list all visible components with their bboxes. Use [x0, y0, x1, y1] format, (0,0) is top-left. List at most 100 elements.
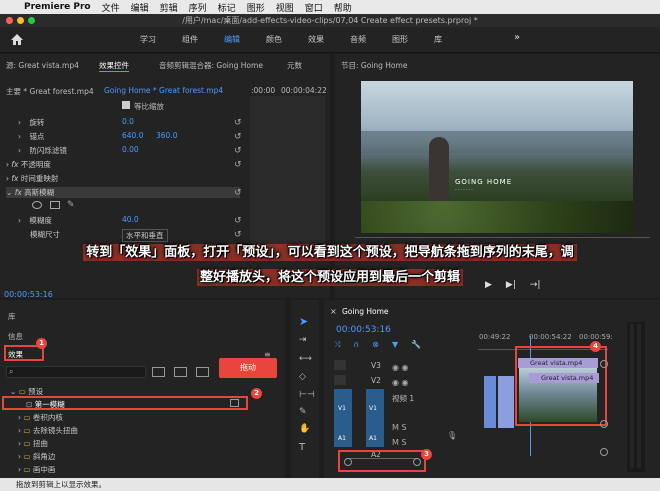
vertical-zoom-knob-mid[interactable] [600, 420, 608, 428]
rectangle-mask-icon[interactable] [50, 201, 60, 209]
settings-icon[interactable]: 🔧 [411, 340, 421, 350]
razor-icon[interactable]: ◇ [299, 372, 306, 382]
track-v2-target[interactable] [334, 375, 346, 385]
snap-icon[interactable]: ∩ [353, 340, 359, 350]
prop-row-antiflicker[interactable]: › 防闪烁滤镜 0.00 [18, 145, 139, 156]
prop-value[interactable]: 0.00 [122, 145, 139, 154]
tab-effect-controls[interactable]: 效果控件 [99, 60, 129, 72]
app-menu[interactable]: Premiere Pro [24, 2, 91, 12]
vertical-zoom-knob-bottom[interactable] [600, 448, 608, 456]
prop-value[interactable]: 640.0 [122, 131, 143, 140]
32bit-effects-icon[interactable] [174, 367, 187, 377]
workspace-learn[interactable]: 学习 [140, 34, 156, 45]
track-select-icon[interactable]: ⇥ [299, 335, 307, 345]
workspace-color[interactable]: 颜色 [266, 34, 282, 45]
workspace-assembly[interactable]: 组件 [182, 34, 198, 45]
track-v3-target[interactable] [334, 360, 346, 370]
prop-row-anchor[interactable]: › 锚点 640.0 360.0 [18, 131, 177, 142]
menu-sequence[interactable]: 序列 [189, 1, 207, 14]
uniform-scale-label: 等比缩放 [134, 102, 164, 111]
master-clip-label[interactable]: 主要 * Great forest.mp4 [6, 86, 94, 97]
prop-value-2[interactable]: 360.0 [156, 131, 177, 140]
pen-tool-icon[interactable]: ✎ [299, 407, 307, 417]
tab-metadata[interactable]: 元数 [287, 60, 302, 71]
zoom-window-button[interactable] [28, 17, 35, 24]
effect-row-gaussian-blur[interactable]: ⌄ fx 高斯模糊 [6, 187, 240, 198]
prop-row-blur-dimensions[interactable]: 模糊尺寸 水平和垂直 [18, 229, 168, 242]
track-v1-target[interactable]: V1 [366, 389, 384, 433]
pen-mask-icon[interactable]: ✎ [67, 200, 75, 210]
menu-file[interactable]: 文件 [102, 1, 120, 14]
prop-row-blurriness[interactable]: › 模糊度 40.0 [18, 215, 139, 226]
menu-clip[interactable]: 剪辑 [160, 1, 178, 14]
effect-row-opacity[interactable]: › fx 不透明度 [6, 159, 51, 170]
effect-row-time-remap[interactable]: › fx 时间重映射 [6, 173, 58, 184]
workspace-effects[interactable]: 效果 [308, 34, 324, 45]
zoom-handle-right[interactable] [413, 458, 421, 466]
linked-selection-icon[interactable]: ⊗ [372, 340, 379, 350]
program-title[interactable]: 节目: Going Home [341, 60, 407, 71]
tree-item-lens-distortion[interactable]: › ▭ 去除镜头扭曲 [18, 425, 78, 436]
workspace-libraries[interactable]: 库 [434, 34, 442, 45]
close-window-button[interactable] [6, 17, 13, 24]
tree-item-pip[interactable]: › ▭ 画中画 [18, 464, 55, 475]
hand-tool-icon[interactable]: ✋ [299, 424, 310, 434]
vertical-zoom-knob-top[interactable] [600, 360, 608, 368]
timeline-tools: ⤨ ∩ ⊗ ▼ 🔧 [334, 340, 421, 350]
home-icon[interactable] [10, 33, 24, 46]
prop-row-rotation[interactable]: › 旋转 0.0 [18, 117, 134, 128]
prop-value[interactable]: 40.0 [122, 215, 139, 224]
workspace-editing[interactable]: 编辑 [224, 34, 240, 45]
clip-earlier-2[interactable] [498, 376, 514, 428]
timeline-timecode[interactable]: 00:00:53:16 [336, 325, 391, 335]
tab-effects[interactable]: 效果 [8, 349, 23, 360]
step-badge-4: 4 [590, 341, 601, 352]
drag-callout: 拖动 [219, 358, 277, 378]
track-a1-target[interactable]: A1 [366, 431, 384, 447]
tab-libraries[interactable]: 库 [8, 311, 16, 322]
tree-item-bevel[interactable]: › ▭ 斜角边 [18, 451, 55, 462]
program-video-frame[interactable]: GOING HOME - - - - - - - [361, 81, 633, 233]
ripple-edit-icon[interactable]: ⟷ [299, 354, 312, 364]
menu-help[interactable]: 帮助 [334, 1, 352, 14]
menu-graphics[interactable]: 图形 [247, 1, 265, 14]
track-v2-label: V2 [371, 376, 381, 385]
tab-info[interactable]: 信息 [8, 331, 23, 342]
track-a1-source-patch[interactable]: A1 [334, 431, 352, 447]
zoom-handle-left[interactable] [344, 458, 352, 466]
add-marker-icon[interactable]: ▼ [392, 340, 398, 350]
menu-window[interactable]: 窗口 [305, 1, 323, 14]
workspace-audio[interactable]: 音频 [350, 34, 366, 45]
ellipse-mask-icon[interactable] [32, 201, 42, 209]
uniform-scale-checkbox[interactable] [122, 101, 130, 109]
menu-view[interactable]: 视图 [276, 1, 294, 14]
track-toggle-icons[interactable]: ◉ ◉ ◉ ◉ M SM S [392, 360, 409, 450]
tab-audio-mixer[interactable]: 音频剪辑混合器: Going Home [159, 60, 263, 71]
close-sequence-icon[interactable]: × [330, 307, 337, 316]
clip-earlier[interactable] [484, 376, 496, 428]
tree-item-distort[interactable]: › ▭ 扭曲 [18, 438, 48, 449]
slip-tool-icon[interactable]: ⊢⊣ [299, 390, 315, 400]
tree-item-convolution[interactable]: › ▭ 卷积内核 [18, 412, 63, 423]
selection-tool-icon[interactable]: ➤ [299, 315, 308, 328]
effects-search-input[interactable]: ⌕ [6, 366, 146, 378]
nest-icon[interactable]: ⤨ [334, 340, 340, 350]
sequence-clip-label[interactable]: Going Home * Great forest.mp4 [104, 86, 223, 95]
accelerated-effects-icon[interactable] [152, 367, 165, 377]
clip-great-vista[interactable]: Great vista.mp4 [529, 373, 599, 383]
yuv-effects-icon[interactable] [196, 367, 209, 377]
ec-mini-timeline [250, 96, 325, 248]
menu-edit[interactable]: 编辑 [131, 1, 149, 14]
voiceover-mic-icon[interactable]: 🎙 [447, 431, 457, 440]
tree-item-first-blur[interactable]: ⊡ 第一模糊 [26, 399, 65, 410]
workspace-graphics[interactable]: 图形 [392, 34, 408, 45]
track-v1-source-patch[interactable]: V1 [334, 389, 352, 433]
minimize-window-button[interactable] [17, 17, 24, 24]
type-tool-icon[interactable]: T [299, 442, 305, 453]
timeline-zoom-scrollbar[interactable] [346, 458, 418, 464]
workspace-more-button[interactable]: » [514, 32, 520, 43]
sequence-tab[interactable]: Going Home [342, 307, 389, 316]
prop-value[interactable]: 0.0 [122, 117, 134, 126]
menu-markers[interactable]: 标记 [218, 1, 236, 14]
tab-source[interactable]: 源: Great vista.mp4 [6, 60, 79, 71]
